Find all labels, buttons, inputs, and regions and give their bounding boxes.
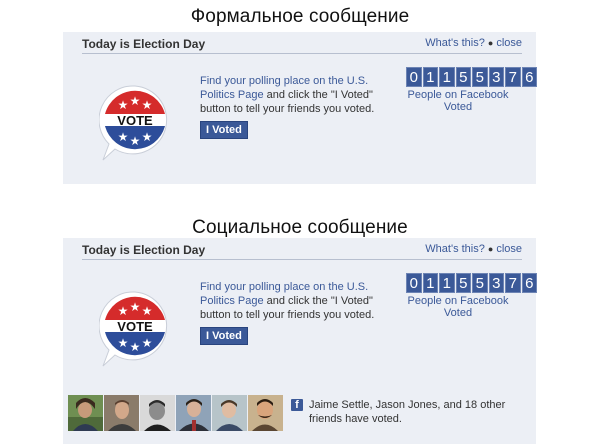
panel-title: Today is Election Day	[82, 243, 206, 257]
friend-photo[interactable]	[104, 395, 139, 431]
counter-digit: 1	[422, 273, 438, 293]
social-message-heading: Социальное сообщение	[192, 217, 408, 238]
svg-text:★: ★	[130, 340, 141, 354]
counter-digit: 0	[406, 273, 422, 293]
panel-links: What's this? ● close	[425, 243, 522, 255]
counter-label: People on Facebook Voted	[407, 89, 509, 113]
close-link[interactable]: close	[496, 37, 522, 49]
social-message-panel: Today is Election Day What's this? ● close…	[63, 238, 537, 444]
svg-text:★: ★	[118, 304, 129, 318]
panel-links: What's this? ● close	[425, 37, 522, 49]
i-voted-button[interactable]: I Voted	[200, 327, 248, 345]
counter-digit: 5	[472, 273, 488, 293]
badge-text: VOTE	[117, 113, 153, 128]
friends-voted-text: Jaime Settle, Jason Jones, and 18 other …	[309, 399, 506, 425]
formal-message-heading: Формальное сообщение	[190, 6, 410, 27]
bullet-separator: ●	[487, 38, 494, 48]
close-link[interactable]: close	[496, 243, 522, 255]
friend-photo[interactable]	[248, 395, 283, 431]
vote-badge-icon: ★ ★ ★ ★ ★ ★ VOTE	[99, 291, 168, 367]
svg-text:★: ★	[130, 134, 141, 148]
vote-counter: 0 1 1 5 5 3 7 6	[406, 67, 537, 87]
friend-photos	[68, 395, 283, 431]
election-message: Find your polling place on the U.S. Poli…	[200, 280, 400, 322]
bullet-separator: ●	[487, 244, 494, 254]
facebook-icon: f	[291, 399, 303, 411]
counter-digit: 3	[488, 273, 504, 293]
counter-digit: 1	[439, 273, 455, 293]
svg-text:★: ★	[118, 130, 129, 144]
svg-text:★: ★	[118, 336, 129, 350]
counter-digit: 5	[455, 67, 471, 87]
counter-digit: 0	[406, 67, 422, 87]
counter-digit: 1	[439, 67, 455, 87]
counter-digit: 5	[472, 67, 488, 87]
counter-digit: 3	[488, 67, 504, 87]
counter-label: People on Facebook Voted	[407, 295, 509, 319]
panel-title: Today is Election Day	[82, 37, 206, 51]
vote-badge-icon: ★ ★ ★ ★ ★ ★ VOTE	[99, 85, 168, 161]
i-voted-button[interactable]: I Voted	[200, 121, 248, 139]
svg-text:★: ★	[142, 130, 153, 144]
friend-photo[interactable]	[68, 395, 103, 431]
formal-message-panel: Today is Election Day What's this? ● close…	[63, 32, 537, 184]
svg-text:★: ★	[142, 304, 153, 318]
whats-this-link[interactable]: What's this?	[425, 37, 485, 49]
counter-digit: 5	[455, 273, 471, 293]
panel-header: Today is Election Day What's this? ● close	[82, 238, 522, 260]
svg-text:★: ★	[142, 336, 153, 350]
whats-this-link[interactable]: What's this?	[425, 243, 485, 255]
vote-counter: 0 1 1 5 5 3 7 6	[406, 273, 537, 293]
counter-digit: 6	[521, 273, 537, 293]
counter-digit: 1	[422, 67, 438, 87]
friend-photo[interactable]	[176, 395, 211, 431]
friend-photo[interactable]	[140, 395, 175, 431]
svg-text:★: ★	[142, 98, 153, 112]
counter-digit: 7	[505, 273, 521, 293]
svg-text:★: ★	[130, 94, 141, 108]
counter-digit: 7	[505, 67, 521, 87]
counter-digit: 6	[521, 67, 537, 87]
badge-text: VOTE	[117, 319, 153, 334]
panel-header: Today is Election Day What's this? ● close	[82, 32, 522, 54]
election-message: Find your polling place on the U.S. Poli…	[200, 74, 400, 116]
svg-text:★: ★	[118, 98, 129, 112]
svg-text:★: ★	[130, 300, 141, 314]
friend-photo[interactable]	[212, 395, 247, 431]
